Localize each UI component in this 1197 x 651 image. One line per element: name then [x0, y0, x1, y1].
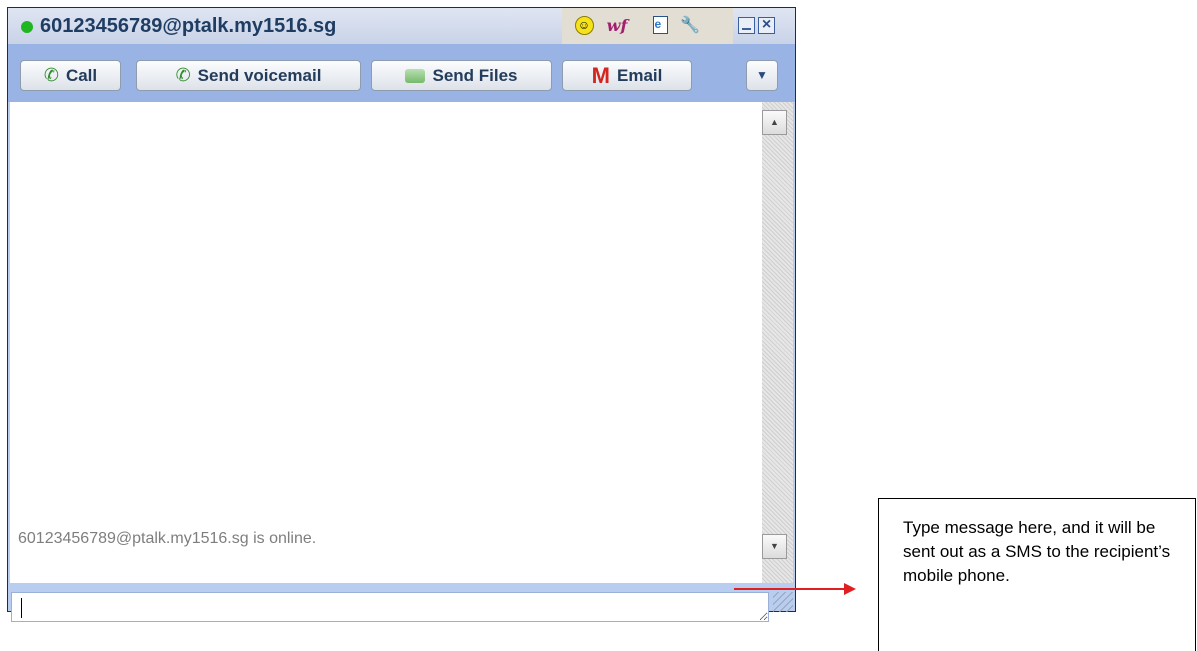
- phone-icon: ✆: [43, 65, 59, 85]
- scroll-up-arrow-icon[interactable]: ▲: [762, 110, 787, 135]
- call-button[interactable]: ✆ Call: [20, 60, 121, 91]
- annotation-text: Type message here, and it will be sent o…: [903, 518, 1171, 585]
- title-tools: ☺ wf 🔧: [562, 8, 733, 44]
- action-toolbar: ✆ Call ✆ Send voicemail Send Files M Ema…: [8, 44, 795, 102]
- send-files-label: Send Files: [432, 65, 518, 85]
- files-icon: [405, 68, 426, 83]
- more-options-button[interactable]: ▼: [746, 60, 778, 91]
- call-label: Call: [65, 65, 98, 85]
- smiley-icon[interactable]: ☺: [573, 14, 595, 36]
- annotation-callout: Type message here, and it will be sent o…: [878, 498, 1196, 651]
- email-button[interactable]: M Email: [562, 60, 692, 91]
- minimize-button[interactable]: [738, 17, 755, 34]
- send-files-button[interactable]: Send Files: [371, 60, 552, 91]
- online-status-dot: [21, 21, 33, 33]
- text-caret: [21, 598, 22, 618]
- email-label: Email: [616, 65, 663, 85]
- gmail-icon: M: [591, 62, 610, 88]
- callout-arrow-head-icon: [844, 583, 856, 595]
- document-icon[interactable]: [649, 14, 671, 36]
- message-history: 60123456789@ptalk.my1516.sg is online.: [10, 102, 762, 583]
- close-button[interactable]: ×: [758, 17, 775, 34]
- chat-window: 60123456789@ptalk.my1516.sg ☺ wf 🔧 × ✆ C…: [7, 7, 796, 622]
- window-title: 60123456789@ptalk.my1516.sg: [40, 15, 337, 37]
- scrollbar[interactable]: ▲ ▼: [762, 102, 793, 583]
- send-voicemail-button[interactable]: ✆ Send voicemail: [136, 60, 361, 91]
- wf-logo[interactable]: wf: [606, 14, 628, 36]
- title-bar: 60123456789@ptalk.my1516.sg ☺ wf 🔧 ×: [8, 8, 795, 44]
- wrench-icon[interactable]: 🔧: [679, 14, 701, 36]
- resize-grip-icon[interactable]: [773, 592, 793, 612]
- send-voicemail-label: Send voicemail: [197, 65, 322, 85]
- phone-icon: ✆: [175, 65, 191, 85]
- online-status-message: 60123456789@ptalk.my1516.sg is online.: [18, 530, 317, 547]
- callout-arrow: [734, 588, 846, 590]
- smiley-face-icon: ☺: [574, 15, 594, 35]
- scroll-down-arrow-icon[interactable]: ▼: [762, 534, 787, 559]
- message-input[interactable]: [11, 592, 769, 622]
- doc-shape: [652, 16, 668, 34]
